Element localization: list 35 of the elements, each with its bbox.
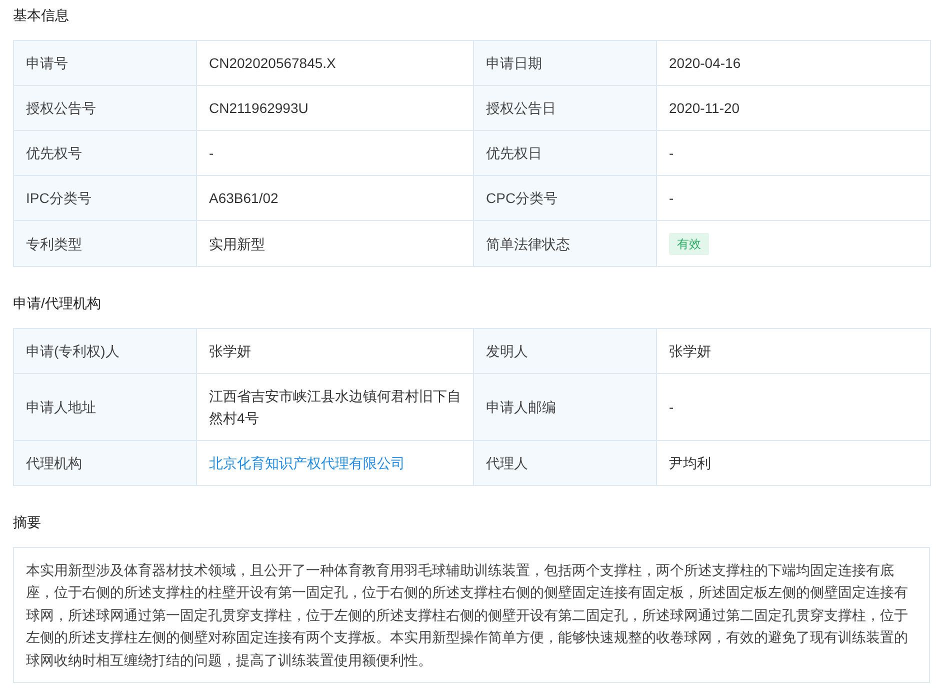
field-value: A63B61/02 [196,176,474,220]
field-value: - [656,130,930,176]
field-value: - [196,130,474,176]
field-label: 申请号 [14,40,196,86]
field-label: 发明人 [474,328,656,374]
field-value: CN211962993U [196,86,474,130]
field-label: 申请人地址 [14,374,196,440]
field-label: 简单法律状态 [474,220,656,266]
field-value: 实用新型 [196,220,474,266]
field-label: CPC分类号 [474,176,656,220]
field-value: 尹均利 [656,440,930,486]
section-title: 申请/代理机构 [13,294,102,313]
status-tag: 有效 [669,233,709,255]
field-label: 授权公告号 [14,86,196,130]
section-title: 摘要 [13,513,42,532]
field-label: 专利类型 [14,220,196,266]
field-label: 授权公告日 [474,86,656,130]
section-title: 基本信息 [13,6,70,25]
field-value: 张学妍 [196,328,474,374]
field-label: IPC分类号 [14,176,196,220]
field-label: 申请日期 [474,40,656,86]
field-label: 申请(专利权)人 [14,328,196,374]
field-label: 优先权号 [14,130,196,176]
field-value: CN202020567845.X [196,40,474,86]
field-value: 张学妍 [656,328,930,374]
field-value: 2020-11-20 [656,86,930,130]
field-value: 2020-04-16 [656,40,930,86]
field-value: - [656,374,930,440]
field-label: 代理机构 [14,440,196,486]
field-label: 申请人邮编 [474,374,656,440]
field-label: 优先权日 [474,130,656,176]
abstract-text: 本实用新型涉及体育器材技术领域，且公开了一种体育教育用羽毛球辅助训练装置，包括两个支撑柱，两个所述支撑柱的下端均固定连接有底座，位于右侧的所述支撑柱的柱壁开设有第一固定孔，位于右侧的所述支撑柱右侧的侧壁固定连接有固定板，所述固定板左侧的侧壁固定连接有球网，所述球网通过第一固定孔贯穿支撑柱，位于左侧的所述支撑柱右侧的侧壁开设有第二固定孔，所述球网通过第二固定孔贯穿支撑柱，位于左侧的所述支撑柱左侧的侧壁对称固定连接有两个支撑板。本实用新型操作简单方便，能够快速规整的收卷球网，有效的避免了现有训练装置的球网收纳时相互缠绕打结的问题，提高了训练装置使用额便利性。 [13,547,930,684]
field-value: - [656,176,930,220]
field-label: 代理人 [474,440,656,486]
field-value: 江西省吉安市峡江县水边镇何君村旧下自然村4号 [196,374,474,440]
